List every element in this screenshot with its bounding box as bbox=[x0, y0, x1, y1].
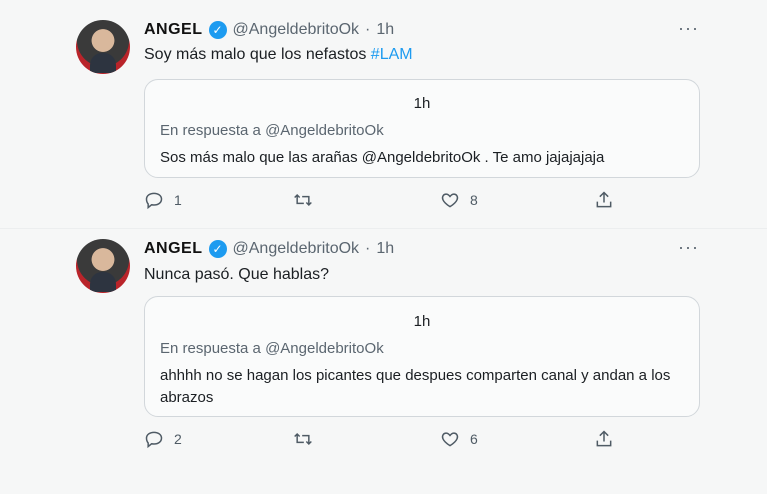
like-button[interactable]: 8 bbox=[440, 190, 478, 210]
reply-button[interactable]: 1 bbox=[144, 190, 182, 210]
tweet[interactable]: ANGEL ✓ @AngeldebritoOk · 1h ··· Nunca p… bbox=[0, 228, 767, 494]
like-button[interactable]: 6 bbox=[440, 429, 478, 449]
verified-badge-icon: ✓ bbox=[208, 21, 227, 39]
reply-icon bbox=[144, 190, 164, 210]
more-options-icon[interactable]: ··· bbox=[678, 237, 699, 258]
more-options-icon[interactable]: ··· bbox=[678, 18, 699, 39]
avatar[interactable] bbox=[76, 20, 130, 74]
like-count: 6 bbox=[470, 431, 478, 447]
heart-icon bbox=[440, 429, 460, 449]
reply-icon bbox=[144, 429, 164, 449]
tweet-text: Soy más malo que los nefastos #LAM bbox=[144, 46, 413, 64]
quoted-tweet[interactable]: 1h En respuesta a @AngeldebritoOk ahhhh … bbox=[144, 296, 700, 417]
quoted-timestamp: 1h bbox=[413, 313, 431, 330]
tweet[interactable]: ANGEL ✓ @AngeldebritoOk · 1h ··· Soy más… bbox=[0, 0, 767, 228]
avatar[interactable] bbox=[76, 239, 130, 293]
share-button[interactable] bbox=[594, 429, 614, 449]
quoted-timestamp: 1h bbox=[413, 95, 431, 112]
timestamp[interactable]: 1h bbox=[376, 240, 394, 258]
author-name[interactable]: ANGEL bbox=[144, 21, 203, 39]
retweet-button[interactable] bbox=[292, 190, 324, 210]
separator: · bbox=[365, 240, 371, 257]
tweet-header: ANGEL ✓ @AngeldebritoOk · 1h bbox=[144, 21, 394, 39]
author-handle[interactable]: @AngeldebritoOk bbox=[233, 240, 360, 258]
retweet-icon bbox=[292, 429, 314, 449]
retweet-button[interactable] bbox=[292, 429, 324, 449]
tweet-body: Nunca pasó. Que hablas? bbox=[144, 266, 330, 283]
share-icon bbox=[594, 429, 614, 449]
author-name[interactable]: ANGEL bbox=[144, 240, 203, 258]
reply-count: 1 bbox=[174, 192, 182, 208]
tweet-text: Nunca pasó. Que hablas? bbox=[144, 266, 329, 284]
retweet-icon bbox=[292, 190, 314, 210]
action-bar: 1 8 bbox=[144, 190, 624, 214]
separator: · bbox=[365, 21, 371, 38]
reply-to-label: En respuesta a @AngeldebritoOk bbox=[160, 122, 384, 139]
quoted-tweet[interactable]: 1h En respuesta a @AngeldebritoOk Sos má… bbox=[144, 79, 700, 178]
like-count: 8 bbox=[470, 192, 478, 208]
quoted-text: ahhhh no se hagan los picantes que despu… bbox=[160, 367, 671, 406]
reply-to-label: En respuesta a @AngeldebritoOk bbox=[160, 340, 384, 357]
heart-icon bbox=[440, 190, 460, 210]
hashtag-link[interactable]: #LAM bbox=[371, 46, 413, 63]
share-icon bbox=[594, 190, 614, 210]
action-bar: 2 6 bbox=[144, 429, 624, 453]
quoted-text: Sos más malo que las arañas @Angeldebrit… bbox=[160, 149, 605, 166]
reply-button[interactable]: 2 bbox=[144, 429, 182, 449]
timestamp[interactable]: 1h bbox=[376, 21, 394, 39]
author-handle[interactable]: @AngeldebritoOk bbox=[233, 21, 360, 39]
share-button[interactable] bbox=[594, 190, 614, 210]
verified-badge-icon: ✓ bbox=[208, 240, 227, 258]
tweet-body: Soy más malo que los nefastos bbox=[144, 46, 367, 63]
reply-count: 2 bbox=[174, 431, 182, 447]
tweet-header: ANGEL ✓ @AngeldebritoOk · 1h bbox=[144, 240, 394, 258]
